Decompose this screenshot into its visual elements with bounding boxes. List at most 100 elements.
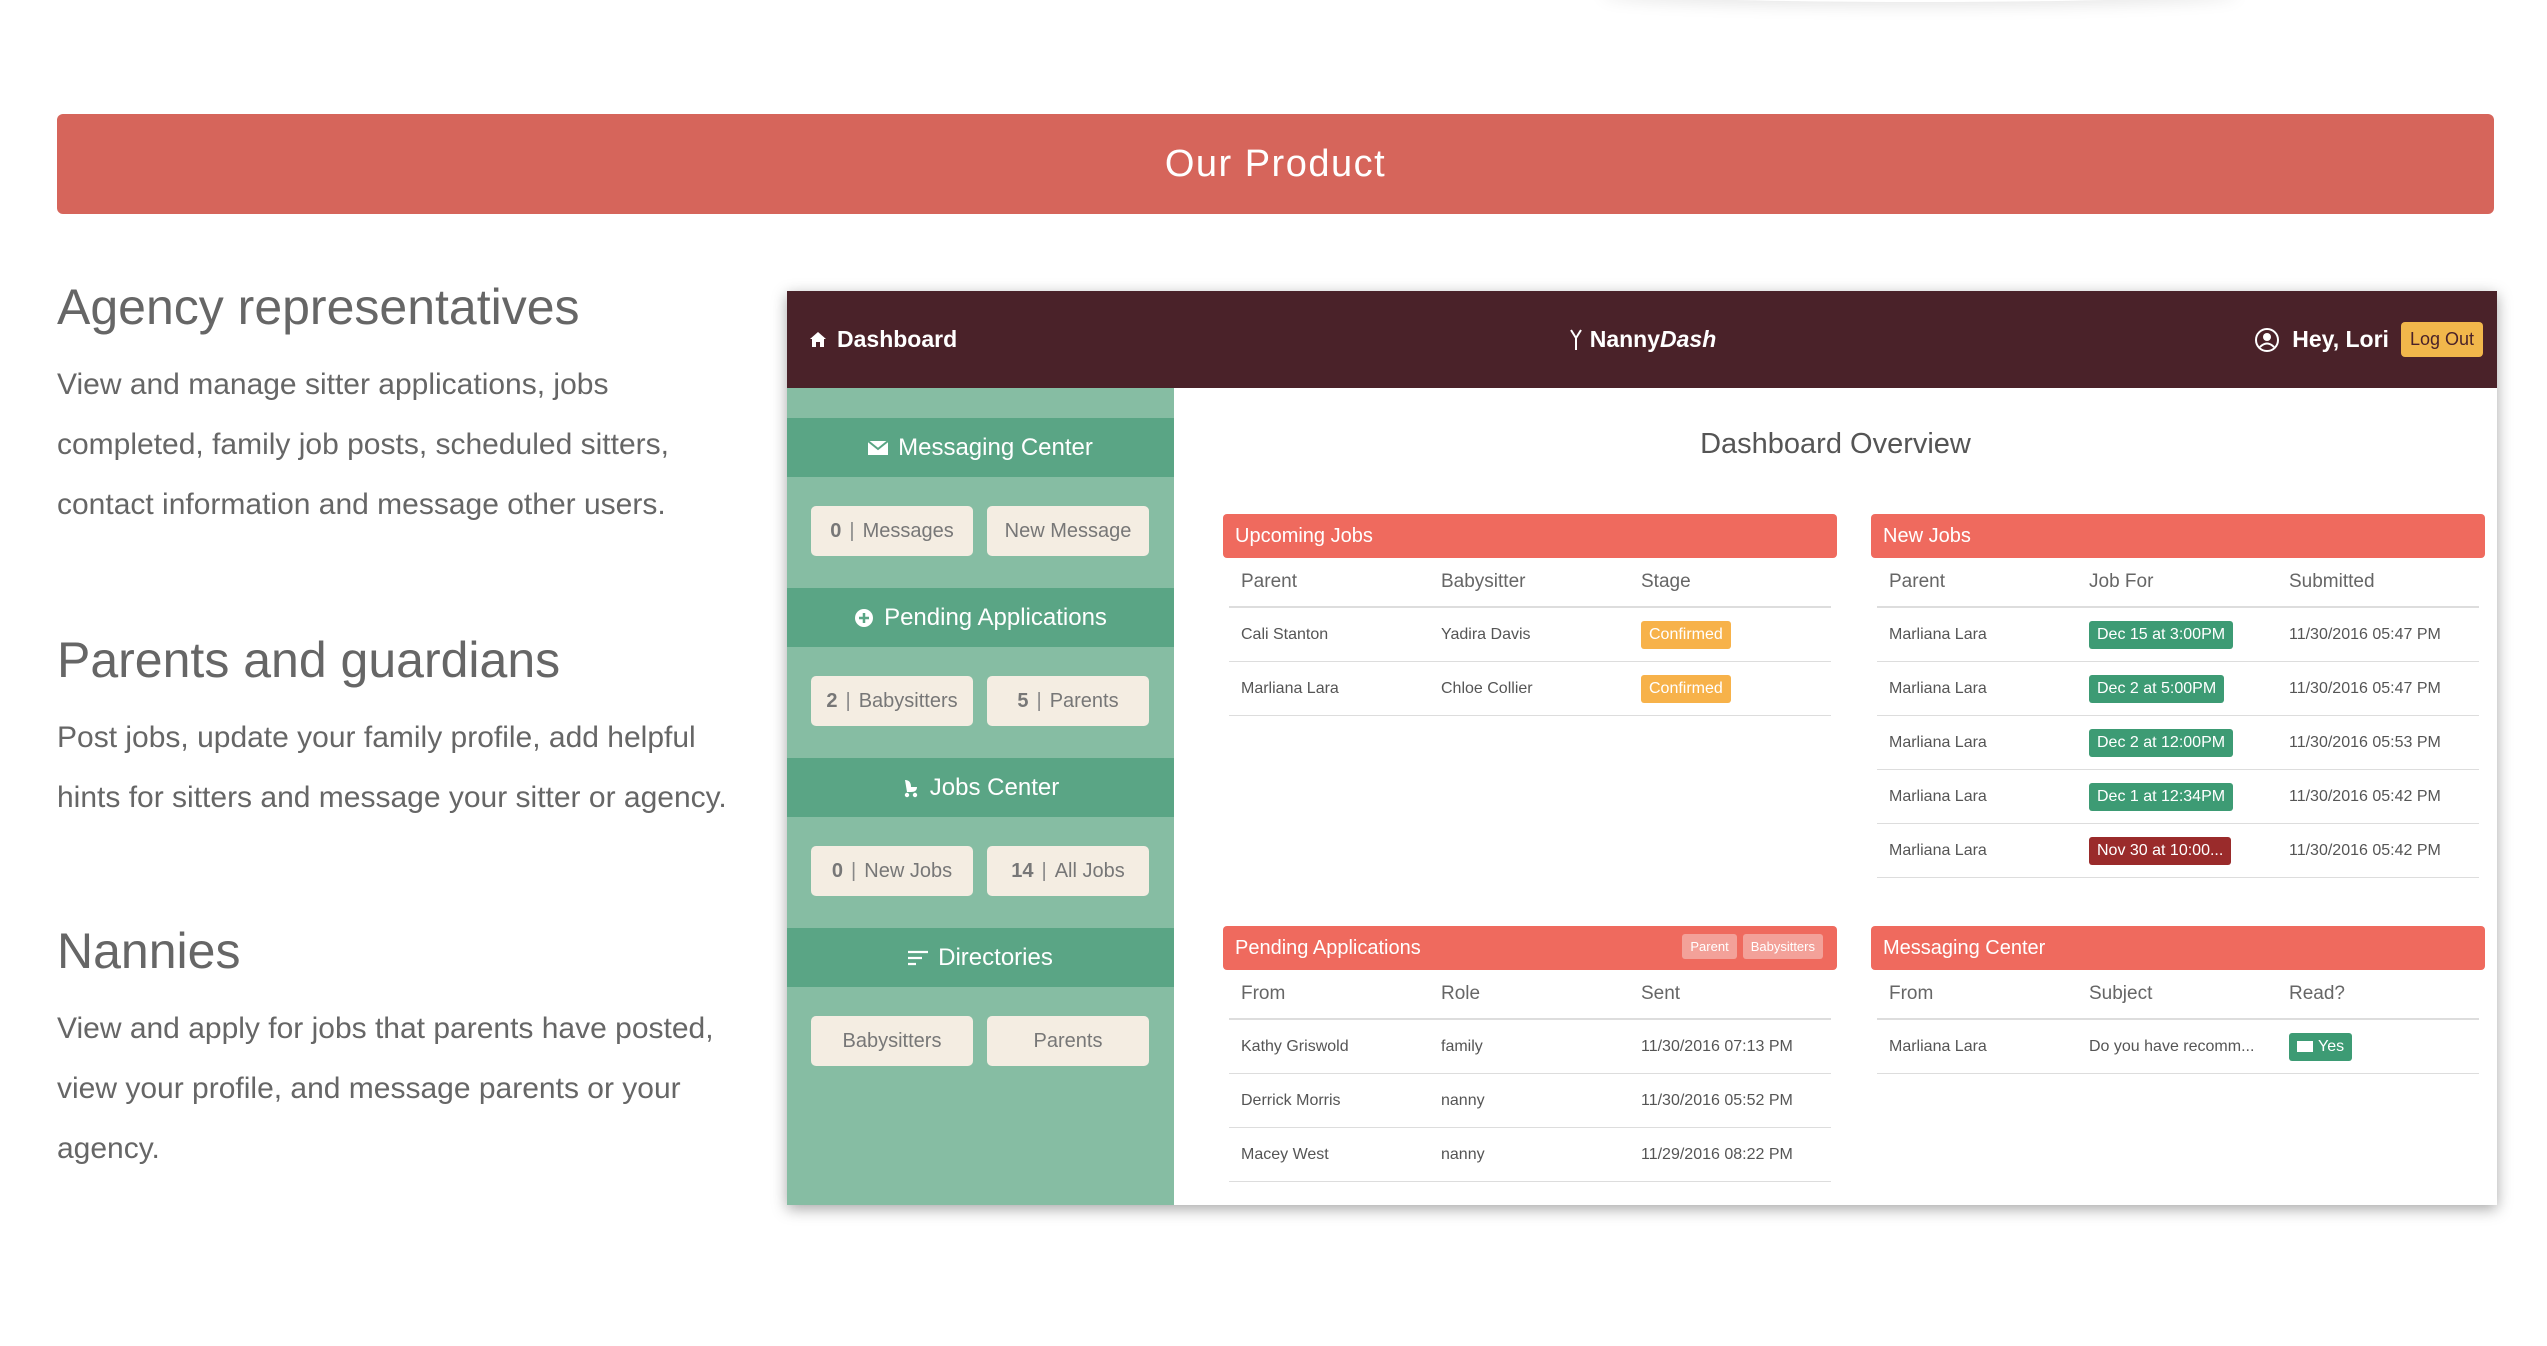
table-row[interactable]: Marliana Lara Dec 1 at 12:34PM 11/30/201… <box>1877 770 2479 824</box>
sidebar-pending-applications[interactable]: Pending Applications <box>787 588 1174 647</box>
filter-parent-tag[interactable]: Parent <box>1682 934 1737 959</box>
new-jobs-panel: New Jobs Parent Job For Submitted Marlia… <box>1871 514 2485 878</box>
table-row[interactable]: Marliana Lara Do you have recomm... Yes <box>1877 1020 2479 1074</box>
role-cell: family <box>1441 1037 1483 1055</box>
brand-name-accent: Dash <box>1660 326 1717 352</box>
babysitters-directory-button[interactable]: Babysitters <box>811 1016 973 1066</box>
table-row[interactable]: Marliana Lara Chloe Collier Confirmed <box>1229 662 1831 716</box>
sidebar-section-title: Directories <box>938 943 1053 971</box>
sent-cell: 11/30/2016 07:13 PM <box>1641 1037 1793 1055</box>
submitted-cell: 11/30/2016 05:53 PM <box>2289 733 2441 751</box>
job-date-badge: Dec 1 at 12:34PM <box>2089 782 2234 811</box>
column-header: Job For <box>2089 571 2154 592</box>
column-header: Parent <box>1889 571 1945 592</box>
section-text: View and apply for jobs that parents hav… <box>57 1012 714 1165</box>
table-row[interactable]: Marliana Lara Dec 2 at 5:00PM 11/30/2016… <box>1877 662 2479 716</box>
banner-title: Our Product <box>1164 142 1387 185</box>
table-row[interactable]: Derrick Morris nanny 11/30/2016 05:52 PM <box>1229 1074 1831 1128</box>
sidebar-section-title: Pending Applications <box>884 603 1107 631</box>
role-cell: nanny <box>1441 1145 1485 1163</box>
sidebar-jobs-center[interactable]: Jobs Center <box>787 758 1174 817</box>
parents-directory-label: Parents <box>1033 1029 1103 1052</box>
job-date-badge: Nov 30 at 10:00... <box>2089 836 2232 865</box>
column-header: Read? <box>2289 983 2345 1004</box>
decorative-shadow <box>1600 0 2240 2</box>
panel-title: Upcoming Jobs <box>1235 524 1373 547</box>
table-row[interactable]: Marliana Lara Nov 30 at 10:00... 11/30/2… <box>1877 824 2479 878</box>
babysitter-cell: Chloe Collier <box>1441 679 1533 697</box>
sidebar-section-title: Jobs Center <box>929 773 1060 801</box>
parent-cell: Marliana Lara <box>1889 841 1987 859</box>
user-icon <box>2255 327 2280 352</box>
plus-circle-icon <box>855 608 874 627</box>
new-jobs-count: 0 <box>831 859 844 882</box>
babysitter-cell: Yadira Davis <box>1441 625 1531 643</box>
column-header: Sent <box>1641 983 1681 1004</box>
messaging-center-panel: Messaging Center From Subject Read? Marl… <box>1871 926 2485 1074</box>
messages-count-button[interactable]: 0 | Messages <box>811 506 973 556</box>
messages-label: Messages <box>862 519 954 542</box>
subject-cell: Do you have recomm... <box>2089 1037 2255 1055</box>
messages-count: 0 <box>830 519 842 542</box>
section-nannies: Nannies View and apply for jobs that par… <box>57 924 737 1179</box>
logout-button[interactable]: Log Out <box>2400 322 2483 357</box>
pending-babysitters-count: 2 <box>826 689 838 712</box>
panel-header[interactable]: Upcoming Jobs <box>1223 514 1837 558</box>
section-heading: Nannies <box>57 923 241 979</box>
sidebar: Messaging Center 0 | Messages New Message … <box>787 388 1174 1205</box>
table-row[interactable]: Marliana Lara Dec 2 at 12:00PM 11/30/201… <box>1877 716 2479 770</box>
sidebar-directories[interactable]: Directories <box>787 928 1174 987</box>
job-date-badge: Dec 2 at 12:00PM <box>2089 728 2234 757</box>
table-header: From Role Sent <box>1229 970 1831 1020</box>
new-jobs-label: New Jobs <box>864 859 953 882</box>
stage-badge: Confirmed <box>1641 620 1731 649</box>
table-header: From Subject Read? <box>1877 970 2479 1020</box>
overview-title: Dashboard Overview <box>1700 428 1971 460</box>
new-jobs-button[interactable]: 0 | New Jobs <box>811 846 973 896</box>
all-jobs-button[interactable]: 14 | All Jobs <box>987 846 1149 896</box>
parent-cell: Marliana Lara <box>1889 733 1987 751</box>
our-product-banner: Our Product <box>57 114 2494 214</box>
column-header: Stage <box>1641 571 1691 592</box>
pending-applications-panel: Pending Applications Parent Babysitters … <box>1223 926 1837 1182</box>
submitted-cell: 11/30/2016 05:42 PM <box>2289 841 2441 859</box>
column-header: Babysitter <box>1441 571 1526 592</box>
panel-header[interactable]: Messaging Center <box>1871 926 2485 970</box>
from-cell: Derrick Morris <box>1241 1091 1341 1109</box>
dashboard-main: Dashboard Overview Upcoming Jobs Parent … <box>1174 388 2497 1205</box>
panel-title: New Jobs <box>1883 524 1971 547</box>
table-row[interactable]: Kathy Griswold family 11/30/2016 07:13 P… <box>1229 1020 1831 1074</box>
from-cell: Marliana Lara <box>1889 1037 1987 1055</box>
pending-parents-count: 5 <box>1017 689 1029 712</box>
dashboard-screenshot: Dashboard Nanny Dash Hey, Lori Log Out Me… <box>787 291 2497 1205</box>
section-agency: Agency representatives View and manage s… <box>57 280 737 535</box>
panel-header[interactable]: New Jobs <box>1871 514 2485 558</box>
parent-cell: Cali Stanton <box>1241 625 1329 643</box>
filter-babysitters-tag[interactable]: Babysitters <box>1742 934 1823 959</box>
read-badge: Yes <box>2289 1032 2353 1061</box>
sent-cell: 11/29/2016 08:22 PM <box>1641 1145 1793 1163</box>
envelope-icon <box>2297 1041 2313 1052</box>
section-heading: Agency representatives <box>57 279 580 335</box>
brand-name: Nanny <box>1589 326 1661 352</box>
stroller-icon <box>1569 328 1582 350</box>
table-row[interactable]: Cali Stanton Yadira Davis Confirmed <box>1229 608 1831 662</box>
new-message-button[interactable]: New Message <box>987 506 1149 556</box>
column-header: Role <box>1441 983 1481 1004</box>
table-row[interactable]: Marliana Lara Dec 15 at 3:00PM 11/30/201… <box>1877 608 2479 662</box>
pending-babysitters-button[interactable]: 2 | Babysitters <box>811 676 973 726</box>
panel-header[interactable]: Pending Applications Parent Babysitters <box>1223 926 1837 970</box>
sidebar-messaging-center[interactable]: Messaging Center <box>787 418 1174 477</box>
submitted-cell: 11/30/2016 05:42 PM <box>2289 787 2441 805</box>
table-row[interactable]: Macey West nanny 11/29/2016 08:22 PM <box>1229 1128 1831 1182</box>
pending-parents-button[interactable]: 5 | Parents <box>987 676 1149 726</box>
parent-cell: Marliana Lara <box>1889 787 1987 805</box>
all-jobs-count: 14 <box>1011 859 1034 882</box>
section-heading: Parents and guardians <box>57 632 561 688</box>
upcoming-jobs-panel: Upcoming Jobs Parent Babysitter Stage Ca… <box>1223 514 1837 716</box>
user-greeting: Hey, Lori <box>2292 326 2389 352</box>
dashboard-topbar: Dashboard Nanny Dash Hey, Lori Log Out <box>787 291 2497 388</box>
user-area: Hey, Lori Log Out <box>2254 291 2483 388</box>
parents-directory-button[interactable]: Parents <box>987 1016 1149 1066</box>
sidebar-section-title: Messaging Center <box>898 433 1093 461</box>
